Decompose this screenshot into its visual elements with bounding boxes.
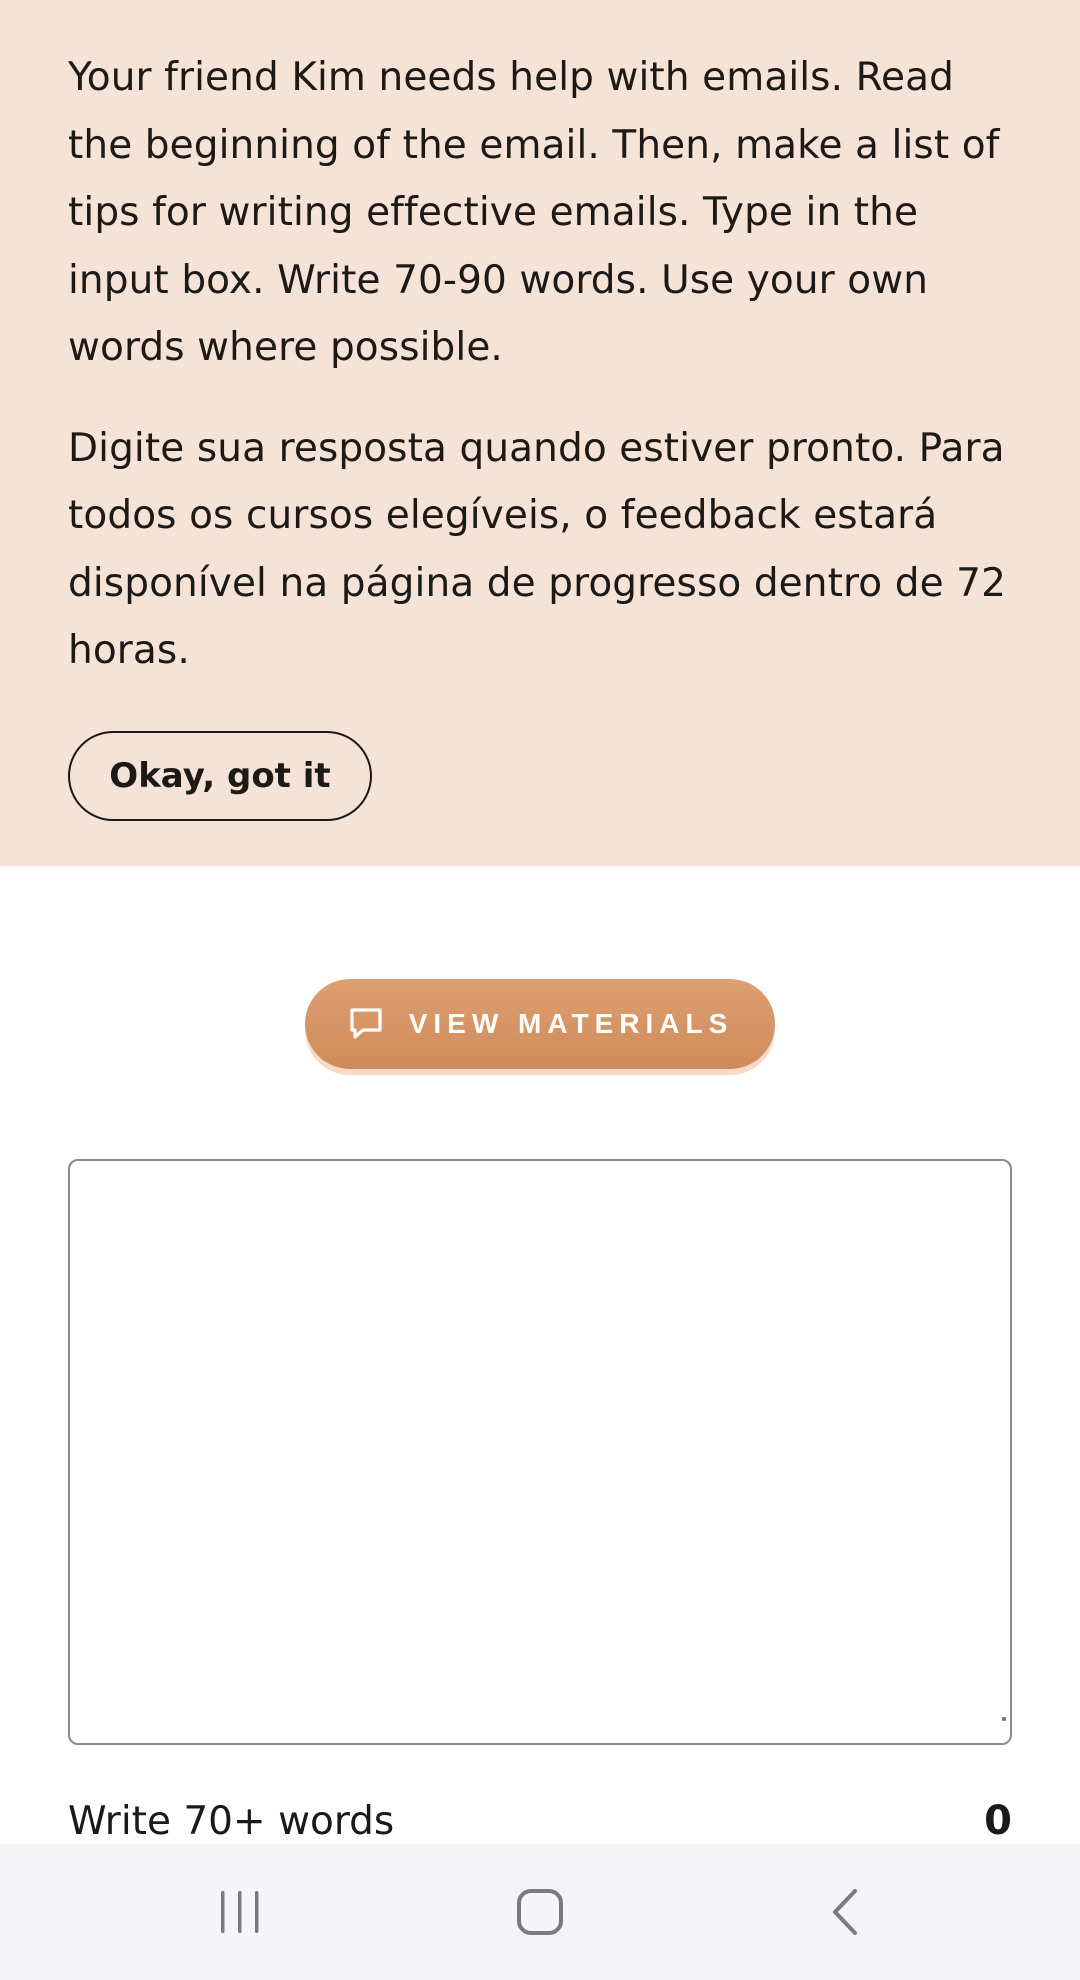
home-icon xyxy=(517,1889,563,1935)
home-button[interactable] xyxy=(490,1844,590,1980)
view-materials-button[interactable]: VIEW MATERIALS xyxy=(305,979,775,1069)
instructions-text-portuguese: Digite sua resposta quando estiver pront… xyxy=(68,425,1006,674)
instructions-text-english: Your friend Kim needs help with emails. … xyxy=(68,55,1000,370)
chat-bubble-icon xyxy=(347,1005,385,1043)
back-icon xyxy=(833,1889,857,1935)
word-count: 0 xyxy=(984,1798,1012,1844)
system-navigation-bar xyxy=(0,1844,1080,1980)
resize-handle-icon[interactable] xyxy=(1002,1717,1006,1721)
word-requirement-label: Write 70+ words xyxy=(68,1798,395,1844)
back-button[interactable] xyxy=(795,1844,895,1980)
view-materials-label: VIEW MATERIALS xyxy=(408,1008,734,1039)
recent-apps-button[interactable] xyxy=(190,1844,290,1980)
answer-input-box[interactable] xyxy=(68,1159,1012,1745)
recent-apps-icon xyxy=(221,1891,259,1933)
word-requirement-row: Write 70+ words 0 xyxy=(68,1796,1012,1846)
okay-got-it-button[interactable]: Okay, got it xyxy=(68,731,372,821)
writing-task-screen: Your friend Kim needs help with emails. … xyxy=(0,0,1080,1980)
instructions-panel: Your friend Kim needs help with emails. … xyxy=(0,0,1080,866)
